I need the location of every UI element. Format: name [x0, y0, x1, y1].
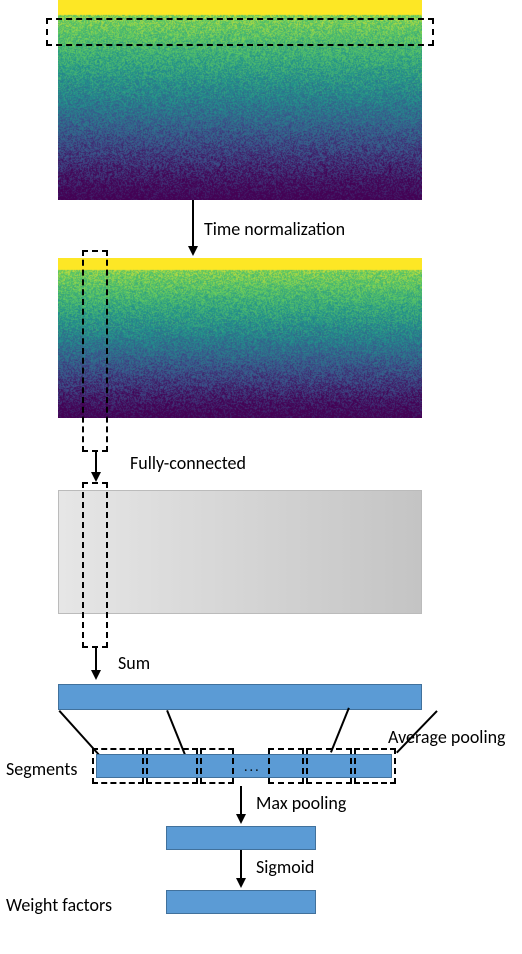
- label-fully-connected: Fully-connected: [130, 452, 246, 474]
- weight-factors-bar: [166, 890, 316, 914]
- arrow-time-norm-head: [188, 246, 198, 256]
- segment-box-5: [306, 748, 352, 784]
- arrow-fully-connected: [95, 452, 97, 474]
- arrow-sum-head: [91, 670, 101, 680]
- arrow-sum: [95, 648, 97, 672]
- arrow-sigmoid-head: [236, 878, 246, 888]
- diag-right-1: [330, 707, 349, 752]
- feature-map-block: [58, 490, 422, 614]
- pooled-bar: [166, 826, 316, 850]
- segment-box-1: [92, 748, 144, 784]
- arrow-max-pooling: [240, 786, 242, 816]
- dashed-row-selector: [46, 18, 434, 46]
- segments-ellipsis: ...: [244, 758, 261, 775]
- label-time-normalization: Time normalization: [204, 218, 345, 240]
- arrow-fully-connected-head: [91, 472, 101, 482]
- label-sum: Sum: [118, 652, 150, 674]
- spectrogram-normalized: [58, 258, 422, 418]
- segment-box-2: [146, 748, 198, 784]
- arrow-sigmoid: [240, 850, 242, 880]
- label-weight-factors: Weight factors: [6, 894, 112, 916]
- arrow-max-pooling-head: [236, 814, 246, 824]
- dashed-column-selector-feat: [82, 482, 108, 648]
- label-segments: Segments: [6, 758, 77, 780]
- vector-bar: [58, 684, 422, 710]
- segment-box-3: [200, 748, 234, 784]
- label-average-pooling: Average pooling: [388, 726, 506, 748]
- label-max-pooling: Max pooling: [256, 792, 346, 814]
- segment-box-6: [354, 748, 396, 784]
- arrow-time-norm: [192, 200, 194, 248]
- segment-box-4: [268, 748, 304, 784]
- label-sigmoid: Sigmoid: [256, 856, 314, 878]
- dashed-column-selector-spec: [82, 250, 108, 452]
